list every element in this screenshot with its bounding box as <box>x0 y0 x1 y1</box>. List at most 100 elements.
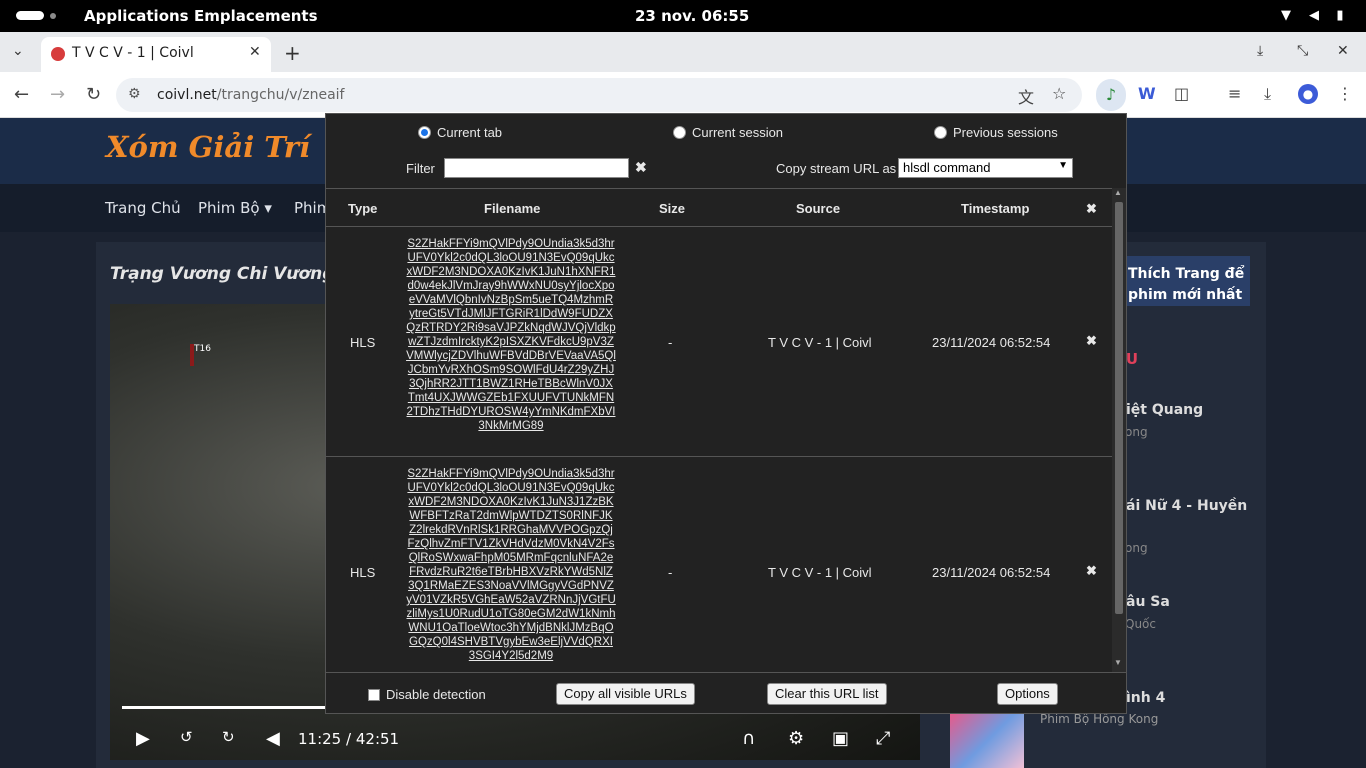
col-header-filename: Filename <box>484 201 541 216</box>
side-item-sub: ong <box>1125 541 1148 555</box>
clear-url-list-button[interactable]: Clear this URL list <box>767 683 887 705</box>
scroll-up-icon[interactable]: ▲ <box>1114 188 1122 197</box>
forward-10-icon[interactable]: ↻ <box>222 728 235 746</box>
clear-all-icon[interactable]: ✖ <box>1086 201 1097 217</box>
cell-size: - <box>668 335 673 350</box>
side-item-title[interactable]: âu Sa <box>1126 594 1170 610</box>
fullscreen-icon[interactable]: ⤢ <box>876 728 890 749</box>
battery-icon[interactable]: ▮ <box>1332 8 1348 24</box>
side-item-title[interactable]: iệt Quang <box>1126 402 1203 418</box>
places-menu[interactable]: Emplacements <box>194 7 318 25</box>
radio-dot[interactable] <box>934 126 947 139</box>
applications-menu[interactable]: Applications <box>84 7 189 25</box>
disable-detection-toggle[interactable]: Disable detection <box>368 687 486 702</box>
col-header-type: Type <box>348 201 378 216</box>
cell-type: HLS <box>350 335 376 350</box>
radio-current-tab[interactable]: Current tab <box>418 125 502 140</box>
filter-input[interactable] <box>444 158 629 178</box>
nav-series[interactable]: Phim Bộ ▾ <box>198 199 272 217</box>
cell-filename-link[interactable]: S2ZHakFFYi9mQVlPdy9OUndia3k5d3hrUFV0Ykl2… <box>406 237 616 433</box>
extension-w-icon[interactable]: W <box>1138 84 1156 103</box>
clear-filter-icon[interactable]: ✖ <box>635 159 647 176</box>
reload-icon[interactable]: ↻ <box>86 84 101 105</box>
site-logo[interactable]: Xóm Giải Trí <box>106 130 310 164</box>
minimize-button[interactable]: ⤓ <box>1257 43 1263 59</box>
site-favicon-icon <box>51 47 65 61</box>
workspace-dot <box>50 13 56 19</box>
chevron-down-icon: ▼ <box>1058 160 1068 171</box>
rating-label: T16 <box>194 344 211 354</box>
col-header-source: Source <box>796 201 841 216</box>
url-table: Type Filename Size Source Timestamp ✖ HL… <box>326 188 1112 672</box>
site-info-icon[interactable]: ⚙ <box>128 86 141 102</box>
activities-indicator[interactable] <box>16 11 44 20</box>
address-bar[interactable]: ⚙ coivl.net/trangchu/v/zneaif <box>116 78 1082 112</box>
forward-arrow-icon[interactable]: → <box>50 84 65 105</box>
restore-button[interactable]: ⤡ <box>1297 43 1308 59</box>
wifi-icon[interactable]: ▼ <box>1278 8 1294 24</box>
picture-in-picture-icon[interactable]: ▣ <box>832 728 849 749</box>
table-row[interactable]: HLS S2ZHakFFYi9mQVlPdy9OUndia3k5d3hrUFV0… <box>326 456 1112 672</box>
play-icon[interactable]: ▶ <box>136 728 150 749</box>
radio-previous-sessions[interactable]: Previous sessions <box>934 125 1058 140</box>
side-item-title[interactable]: ình 4 <box>1126 690 1165 706</box>
stream-detector-popup: Current tab Current session Previous ses… <box>325 113 1127 714</box>
delete-row-icon[interactable]: ✖ <box>1086 333 1097 349</box>
popup-footer: Disable detection Copy all visible URLs … <box>326 672 1126 714</box>
delete-row-icon[interactable]: ✖ <box>1086 563 1097 579</box>
video-time: 11:25 / 42:51 <box>298 730 400 748</box>
system-top-bar: Applications Emplacements 23 nov. 06:55 … <box>0 0 1366 32</box>
table-row[interactable]: HLS S2ZHakFFYi9mQVlPdy9OUndia3k5d3hrUFV0… <box>326 226 1112 456</box>
side-item-sub: ong <box>1125 425 1148 439</box>
scrollbar-thumb[interactable] <box>1115 202 1123 614</box>
volume-icon[interactable]: ◀ <box>266 728 280 749</box>
side-item-thumbnail[interactable] <box>950 714 1024 768</box>
settings-gear-icon[interactable]: ⚙ <box>788 728 804 749</box>
col-header-timestamp: Timestamp <box>961 201 1030 216</box>
disable-detection-checkbox[interactable] <box>368 688 380 701</box>
side-item-title[interactable]: ái Nữ 4 - Huyền <box>1126 498 1247 514</box>
side-item-sub: Quốc <box>1125 617 1156 631</box>
table-scrollbar[interactable]: ▲ ▼ <box>1112 188 1126 672</box>
cell-timestamp: 23/11/2024 06:52:54 <box>932 565 1051 580</box>
extensions-puzzle-icon[interactable]: ◫ <box>1174 84 1189 103</box>
copy-as-label: Copy stream URL as <box>776 161 897 176</box>
back-arrow-icon[interactable]: ← <box>14 84 29 105</box>
rewind-10-icon[interactable]: ↺ <box>180 728 193 746</box>
media-controls-icon[interactable]: ≡ <box>1228 84 1241 103</box>
close-window-button[interactable]: ✕ <box>1337 43 1349 59</box>
downloads-icon[interactable]: ⤓ <box>1264 84 1271 104</box>
cell-source: T V C V - 1 | Coivl <box>768 335 872 350</box>
close-tab-icon[interactable]: ✕ <box>249 44 261 60</box>
volume-icon[interactable]: ◀ <box>1306 8 1322 24</box>
url-text[interactable]: coivl.net/trangchu/v/zneaif <box>157 87 344 103</box>
cell-timestamp: 23/11/2024 06:52:54 <box>932 335 1051 350</box>
scroll-down-icon[interactable]: ▼ <box>1114 658 1122 667</box>
video-progress-fill <box>122 706 332 709</box>
tab-title: T V C V - 1 | Coivl <box>72 45 194 61</box>
filter-label: Filter <box>406 161 435 176</box>
cell-filename-link[interactable]: S2ZHakFFYi9mQVlPdy9OUndia3k5d3hrUFV0Ykl2… <box>406 467 616 663</box>
audio-track-icon[interactable]: ∩ <box>742 728 755 749</box>
tab-search-icon[interactable]: ⌄ <box>12 43 24 59</box>
new-tab-button[interactable]: + <box>284 41 301 65</box>
clock[interactable]: 23 nov. 06:55 <box>635 7 749 25</box>
nav-home[interactable]: Trang Chủ <box>105 199 181 217</box>
cell-size: - <box>668 565 673 580</box>
browser-tab-active[interactable]: T V C V - 1 | Coivl ✕ <box>41 37 271 72</box>
side-item-sub: Phim Bộ Hồng Kong <box>1040 712 1159 726</box>
cell-type: HLS <box>350 565 376 580</box>
movie-title: Trạng Vương Chi Vương - <box>110 264 348 284</box>
menu-kebab-icon[interactable]: ⋮ <box>1337 84 1353 103</box>
radio-current-session[interactable]: Current session <box>673 125 783 140</box>
translate-icon[interactable]: 文 <box>1018 84 1034 108</box>
bookmark-star-icon[interactable]: ☆ <box>1052 84 1066 103</box>
copy-all-urls-button[interactable]: Copy all visible URLs <box>556 683 695 705</box>
stream-detector-extension-icon[interactable]: ♪ <box>1096 79 1126 111</box>
side-banner[interactable]: Thích Trang để phim mới nhất <box>1110 256 1250 306</box>
profile-avatar-icon[interactable]: ● <box>1298 84 1318 104</box>
radio-dot[interactable] <box>418 126 431 139</box>
copy-as-select[interactable]: hlsdl command ▼ <box>898 158 1073 178</box>
options-button[interactable]: Options <box>997 683 1058 705</box>
radio-dot[interactable] <box>673 126 686 139</box>
